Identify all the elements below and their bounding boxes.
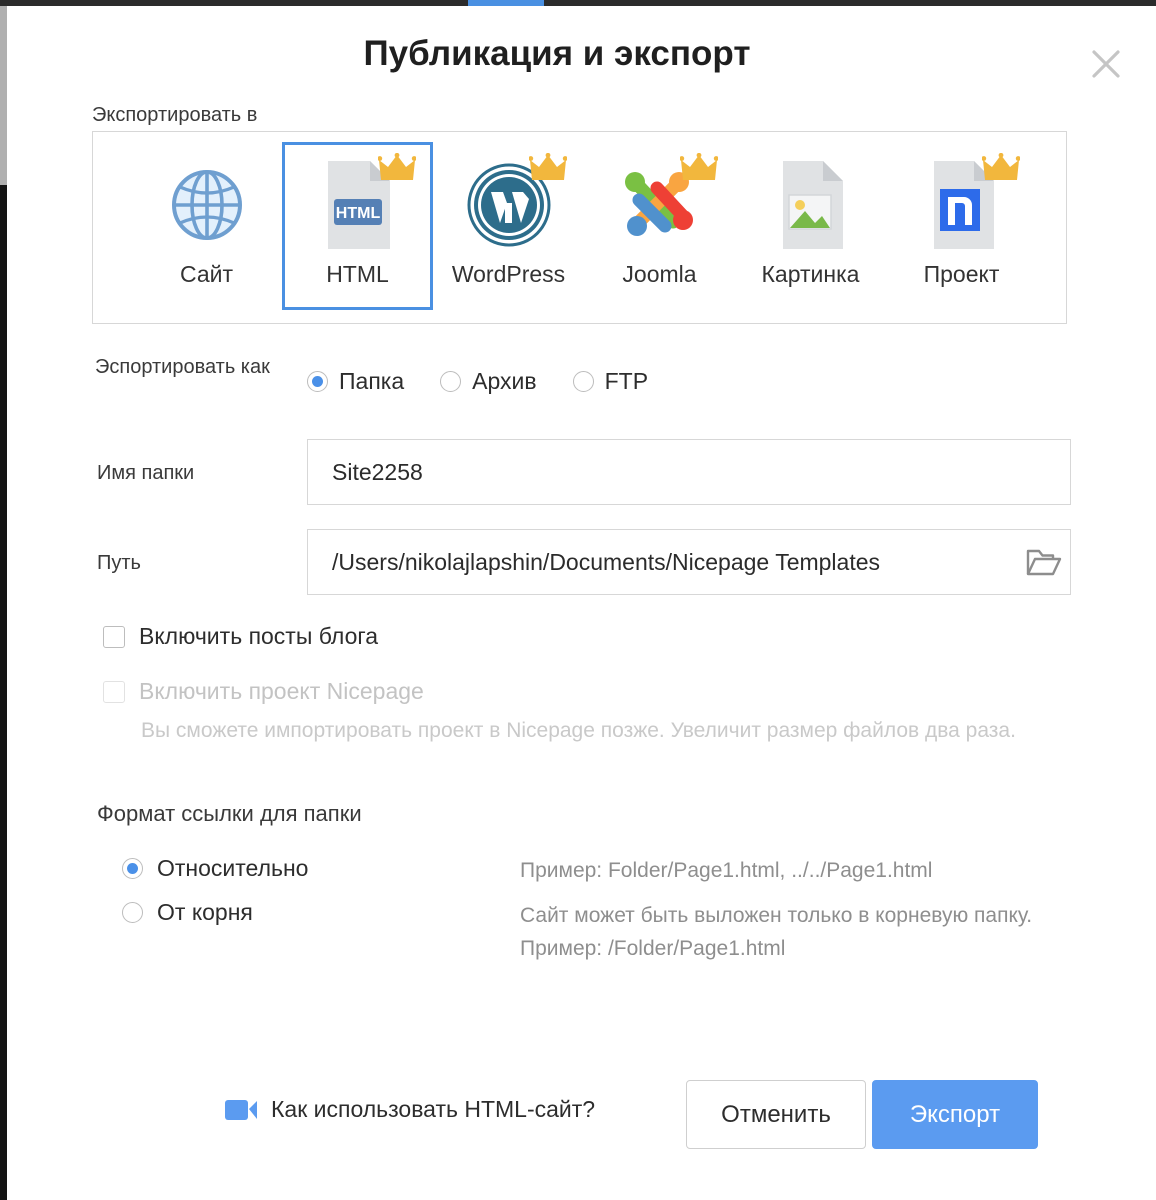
radio-icon bbox=[307, 371, 328, 392]
radio-icon bbox=[122, 902, 143, 923]
include-nicepage-project-checkbox: Включить проект Nicepage bbox=[103, 678, 424, 705]
export-as-radio-group: Папка Архив FTP bbox=[307, 368, 684, 395]
include-nicepage-project-label: Включить проект Nicepage bbox=[139, 678, 424, 704]
radio-icon bbox=[440, 371, 462, 392]
export-target-image[interactable]: Картинка bbox=[735, 142, 886, 310]
export-target-label: Картинка bbox=[761, 261, 860, 287]
include-nicepage-project-description: Вы сможете импортировать проект в Nicepa… bbox=[141, 719, 1016, 742]
export-target-html[interactable]: HTML HTML bbox=[282, 142, 433, 310]
radio-icon bbox=[122, 858, 143, 879]
link-format-option-relative[interactable]: Относительно bbox=[122, 855, 308, 882]
publish-export-dialog: Публикация и экспорт Экспортировать в Са… bbox=[7, 6, 1156, 1200]
dialog-header: Публикация и экспорт bbox=[7, 6, 1156, 98]
video-camera-icon bbox=[225, 1098, 258, 1122]
crown-icon bbox=[377, 152, 417, 183]
radio-icon bbox=[572, 371, 594, 392]
export-to-label: Экспортировать в bbox=[92, 104, 258, 126]
crown-icon bbox=[528, 152, 568, 183]
export-target-joomla[interactable]: Joomla bbox=[584, 142, 735, 310]
folder-name-label: Имя папки bbox=[97, 462, 195, 484]
checkbox-icon bbox=[103, 680, 125, 703]
app-left-edge-light bbox=[0, 6, 7, 185]
app-left-edge-dark bbox=[0, 185, 7, 1200]
folder-name-input[interactable]: Site2258 bbox=[307, 439, 1071, 505]
include-blog-posts-checkbox[interactable]: Включить посты блога bbox=[103, 623, 378, 650]
export-as-option-ftp[interactable]: FTP bbox=[572, 368, 649, 395]
export-target-list: Сайт HTML HTML WordPress Joomla Картинка… bbox=[92, 131, 1067, 324]
include-blog-posts-label: Включить посты блога bbox=[139, 623, 379, 649]
crown-icon bbox=[679, 152, 719, 183]
export-as-option-label: Архив bbox=[472, 368, 537, 394]
path-label: Путь bbox=[97, 552, 141, 574]
export-target-label: Joomla bbox=[622, 261, 697, 287]
open-folder-icon[interactable] bbox=[1018, 546, 1070, 578]
crown-icon bbox=[981, 152, 1021, 183]
export-target-label: Проект bbox=[923, 261, 1000, 287]
export-target-wordpress[interactable]: WordPress bbox=[433, 142, 584, 310]
dialog-title: Публикация и экспорт bbox=[363, 34, 751, 73]
export-as-option-label: FTP bbox=[604, 368, 649, 394]
link-format-option-label: От корня bbox=[157, 899, 253, 925]
folder-name-value: Site2258 bbox=[332, 458, 423, 485]
export-button[interactable]: Экспорт bbox=[872, 1080, 1038, 1149]
link-format-title: Формат ссылки для папки bbox=[97, 801, 362, 826]
export-as-option-label: Папка bbox=[339, 368, 405, 394]
export-target-label: Сайт bbox=[179, 261, 234, 287]
svg-text:HTML: HTML bbox=[335, 205, 380, 222]
image-file-icon bbox=[769, 151, 853, 259]
checkbox-icon bbox=[103, 625, 125, 648]
export-target-label: HTML bbox=[326, 261, 389, 287]
export-target-label: WordPress bbox=[451, 261, 566, 287]
export-target-site[interactable]: Сайт bbox=[131, 142, 282, 310]
link-format-option-root[interactable]: От корня bbox=[122, 899, 253, 926]
export-as-option-folder[interactable]: Папка bbox=[307, 368, 404, 395]
link-format-root-note: Сайт может быть выложен только в корневу… bbox=[520, 904, 1033, 960]
cancel-button[interactable]: Отменить bbox=[686, 1080, 866, 1149]
help-video-link[interactable]: Как использовать HTML-сайт? bbox=[225, 1096, 595, 1123]
close-icon[interactable] bbox=[1084, 42, 1128, 86]
help-video-label: Как использовать HTML-сайт? bbox=[271, 1096, 596, 1122]
export-as-label: Эспортировать как bbox=[95, 356, 270, 378]
export-target-project[interactable]: Проект bbox=[886, 142, 1037, 310]
path-value: /Users/nikolajlapshin/Documents/Nicepage… bbox=[332, 548, 881, 575]
path-input[interactable]: /Users/nikolajlapshin/Documents/Nicepage… bbox=[307, 529, 1071, 595]
export-as-option-archive[interactable]: Архив bbox=[440, 368, 537, 395]
link-format-option-label: Относительно bbox=[157, 855, 309, 881]
link-format-relative-note: Пример: Folder/Page1.html, ../../Page1.h… bbox=[520, 859, 933, 882]
globe-icon bbox=[165, 151, 249, 259]
